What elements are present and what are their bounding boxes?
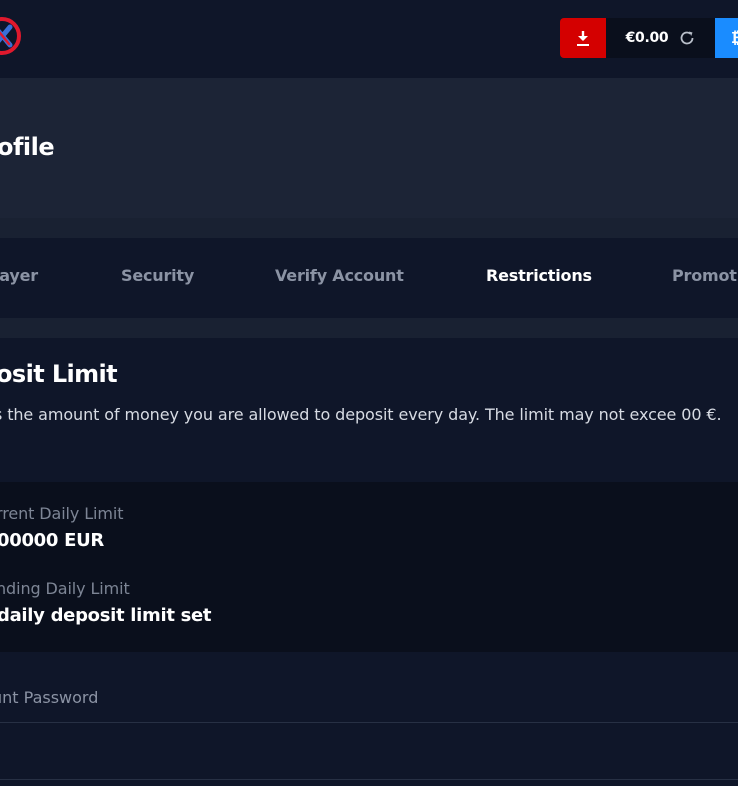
- logo-icon[interactable]: [0, 16, 22, 56]
- pending-limit-label: nding Daily Limit: [0, 579, 130, 598]
- current-limit-label: rrent Daily Limit: [0, 504, 124, 523]
- refresh-icon[interactable]: [678, 29, 696, 47]
- deposit-limit-description: s the amount of money you are allowed to…: [0, 405, 722, 424]
- tab-promotions[interactable]: Promot: [672, 266, 737, 285]
- profile-tabs: layer Security Verify Account Restrictio…: [0, 238, 738, 318]
- balance-amount: €0.00: [625, 30, 669, 46]
- tab-restrictions[interactable]: Restrictions: [486, 266, 592, 285]
- current-limit-value: 00000 EUR: [0, 530, 104, 551]
- crypto-button[interactable]: ₿: [715, 18, 738, 58]
- page-title: ofile: [0, 133, 55, 161]
- tab-verify-account[interactable]: Verify Account: [275, 266, 404, 285]
- download-icon: [577, 31, 589, 46]
- bitcoin-icon: ₿: [731, 28, 738, 47]
- download-button[interactable]: [560, 18, 606, 58]
- password-label: unt Password: [0, 688, 99, 707]
- section-divider: [0, 318, 738, 338]
- section-divider: [0, 218, 738, 238]
- tab-player[interactable]: layer: [0, 266, 38, 285]
- deposit-limit-title: osit Limit: [0, 360, 118, 388]
- deposit-limit-section: osit Limit s the amount of money you are…: [0, 338, 738, 482]
- profile-header: ofile: [0, 78, 738, 218]
- balance-display: €0.00: [606, 18, 716, 58]
- password-section: unt Password: [0, 652, 738, 786]
- limits-panel: rrent Daily Limit 00000 EUR nding Daily …: [0, 482, 738, 652]
- password-input[interactable]: [0, 722, 738, 780]
- tab-security[interactable]: Security: [121, 266, 194, 285]
- top-bar: €0.00 ₿: [0, 0, 738, 78]
- pending-limit-value: daily deposit limit set: [0, 605, 212, 626]
